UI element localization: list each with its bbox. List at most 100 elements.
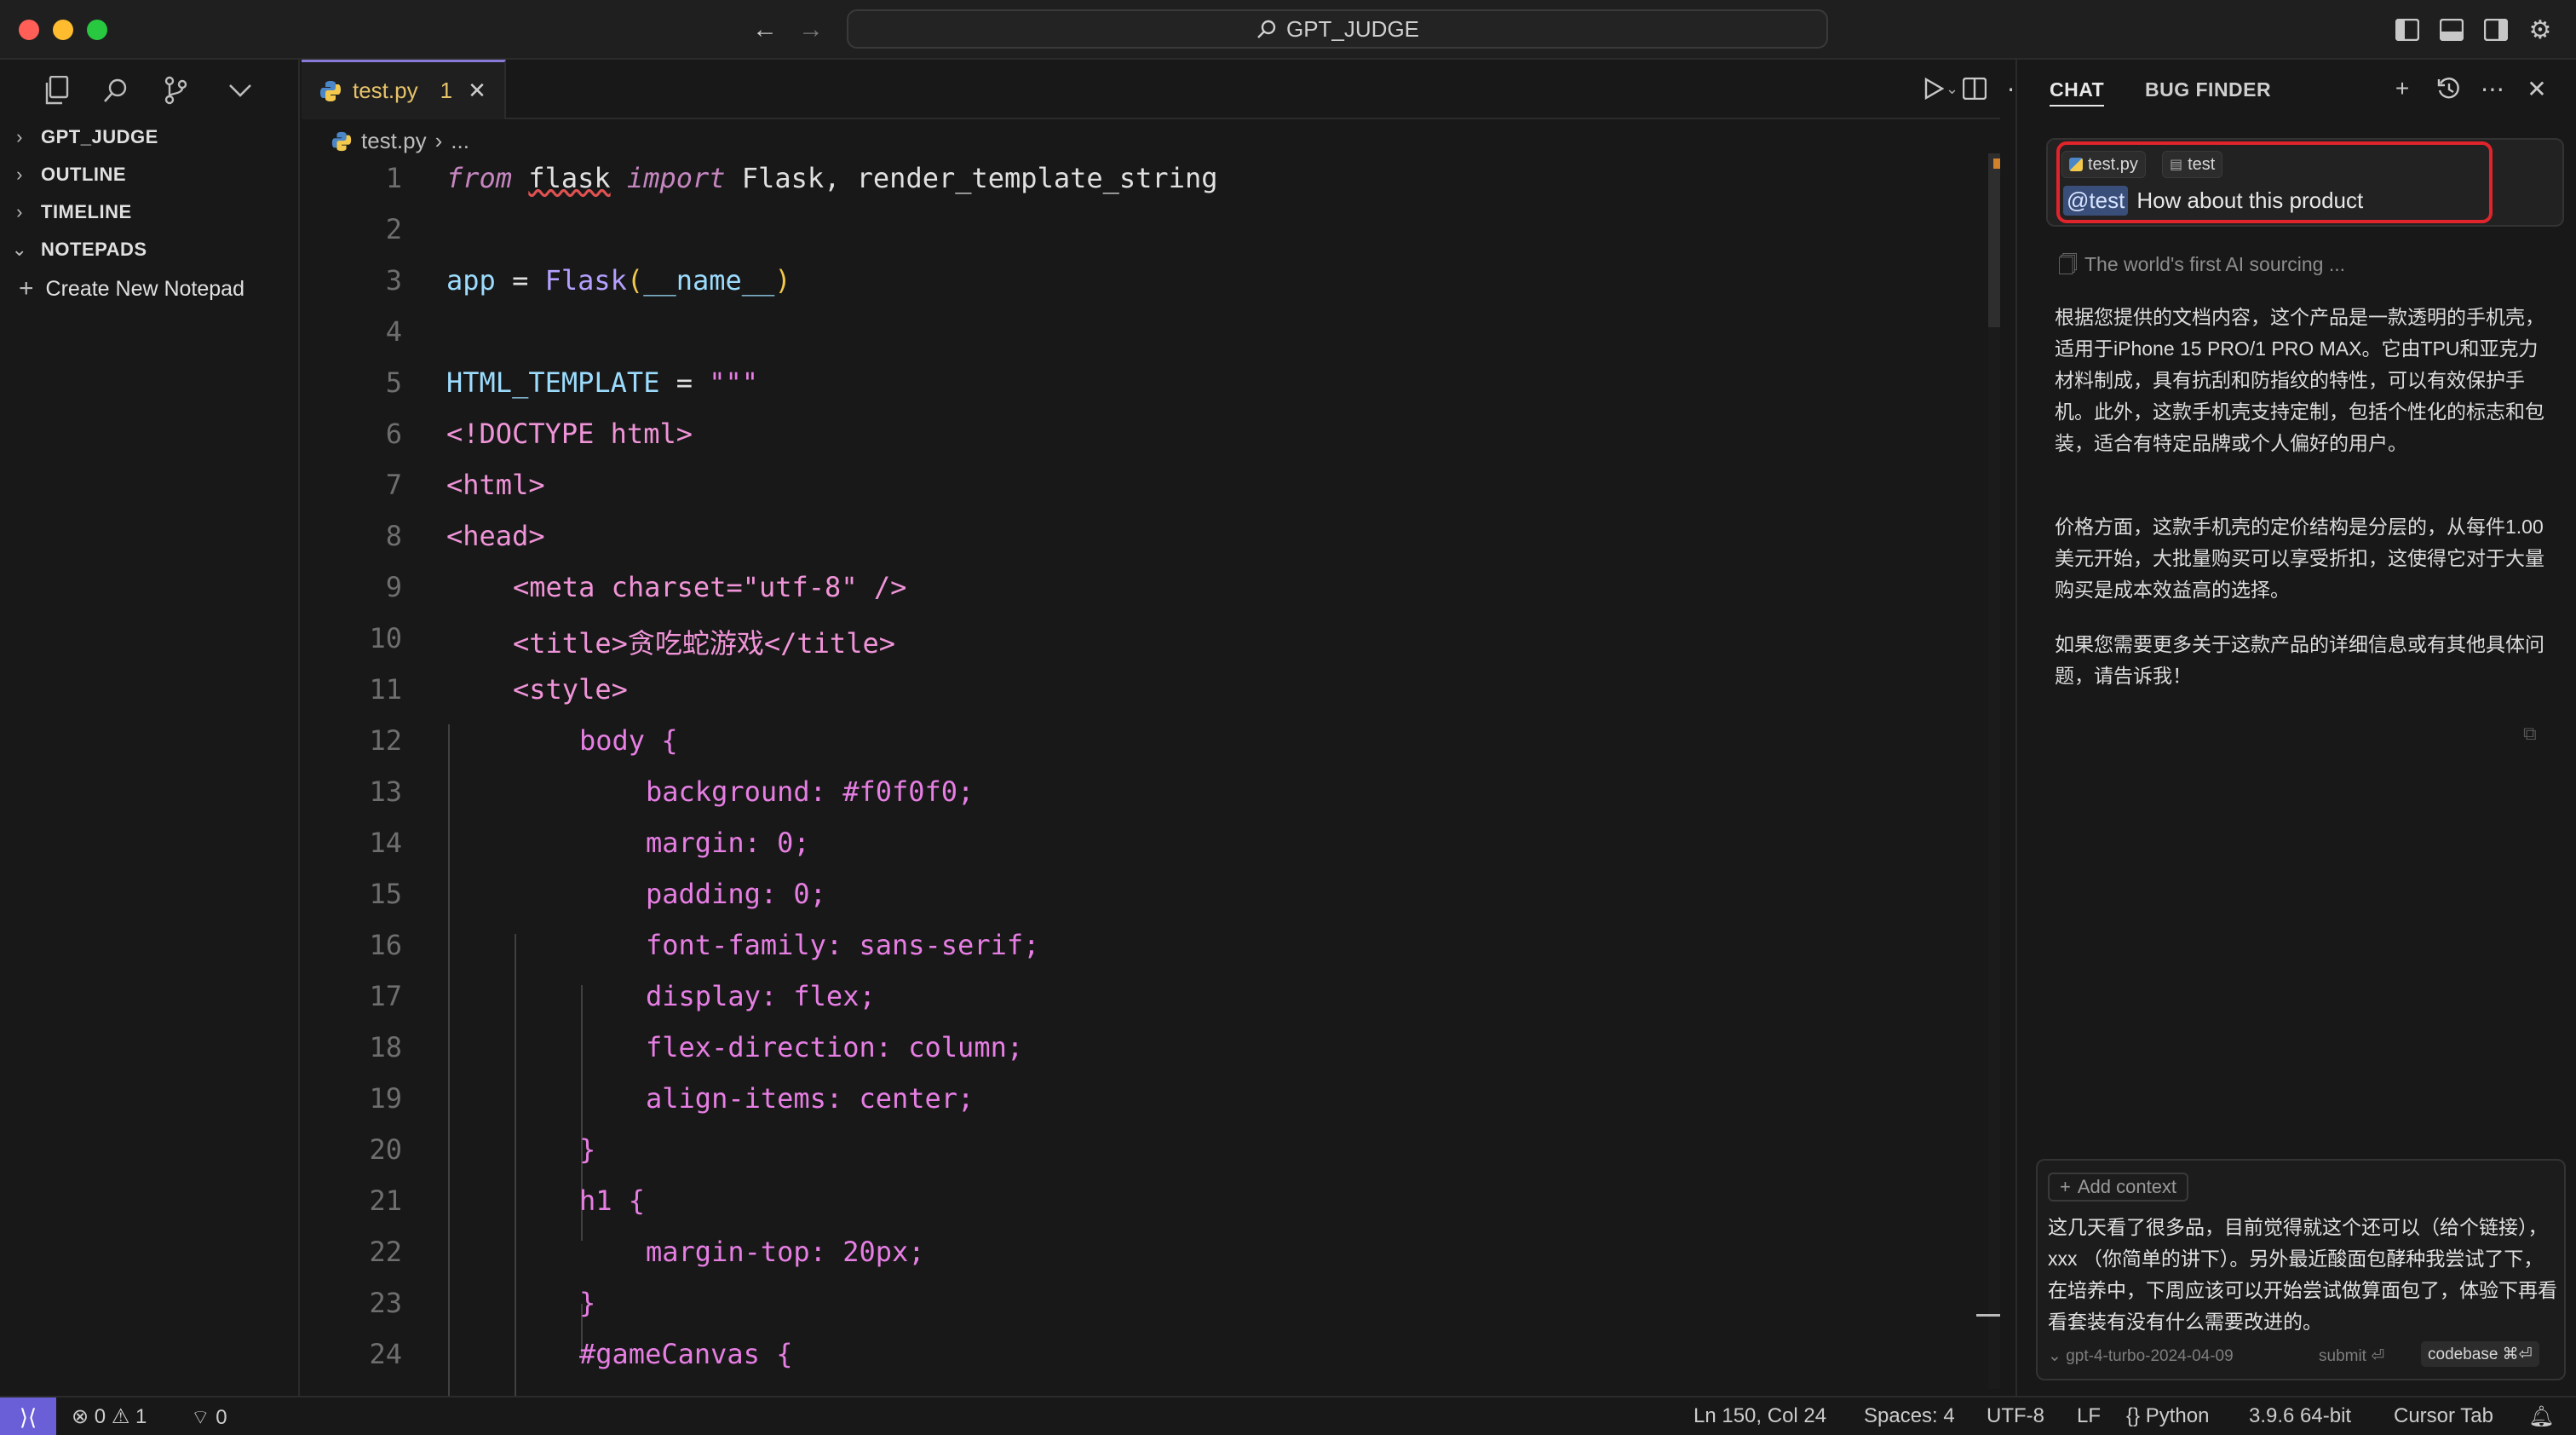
code-editor[interactable]: 1 from flask import Flask, render_templat…: [302, 162, 1988, 1398]
plus-icon: +: [19, 274, 34, 303]
chat-draft-text[interactable]: 这几天看了很多品，目前觉得就这个还可以（给个链接），xxx （你简单的讲下）。另…: [2048, 1212, 2559, 1338]
code-line: 17 display: flex;: [369, 980, 876, 1012]
maximize-window-button[interactable]: [87, 20, 107, 40]
context-chip-file[interactable]: test.py: [2061, 151, 2146, 178]
problems-indicator[interactable]: ⊗ 0 ⚠ 1: [72, 1404, 147, 1429]
ports-icon: ⌔: [191, 1406, 210, 1429]
code-line: 16 font-family: sans-serif;: [369, 929, 1040, 961]
warning-icon: ⚠: [111, 1405, 130, 1428]
explorer-files-icon[interactable]: [36, 70, 77, 111]
codebase-button[interactable]: codebase ⌘⏎: [2421, 1341, 2539, 1367]
mention-tag: @test: [2063, 186, 2129, 216]
code-line: 20}: [369, 1133, 596, 1166]
close-panel-icon[interactable]: ✕: [2520, 72, 2554, 106]
tab-filename: test.py: [353, 78, 418, 103]
python-file-icon: [2069, 158, 2083, 171]
editor-tab-bar: test.py 1 ✕ ⌄ ⋯: [302, 60, 2031, 119]
tab-chat[interactable]: CHAT: [2050, 78, 2105, 107]
source-control-icon[interactable]: [155, 70, 196, 111]
command-center-search[interactable]: GPT_JUDGE: [847, 9, 1828, 49]
chevron-down-icon[interactable]: [220, 70, 261, 111]
code-line: 9 <meta charset="utf-8" />: [385, 571, 907, 603]
run-options-chevron-icon[interactable]: ⌄: [1946, 80, 1958, 98]
reference-doc[interactable]: 🗍 The world's first AI sourcing ...: [2058, 251, 2345, 284]
editor-area: test.py 1 ✕ ⌄ ⋯ test.py › ... 1from flas…: [302, 60, 2031, 1398]
code-line: 18 flex-direction: column;: [369, 1031, 1024, 1063]
warning-marker: [1993, 158, 2000, 169]
remote-indicator[interactable]: ⟩⟨: [0, 1398, 56, 1435]
create-new-notepad-button[interactable]: + Create New Notepad: [19, 274, 244, 303]
split-editor-icon[interactable]: [1958, 72, 1992, 106]
code-line: 19 align-items: center;: [369, 1082, 975, 1115]
code-line: 2: [385, 213, 402, 245]
breadcrumb-separator: ›: [434, 128, 443, 153]
section-timeline[interactable]: › TIMELINE: [10, 201, 132, 223]
indentation[interactable]: Spaces: 4: [1864, 1404, 1955, 1428]
code-line: 8 <head>: [385, 520, 545, 552]
code-line: 23}: [369, 1287, 596, 1319]
chevron-right-icon: ›: [16, 126, 23, 147]
chevron-down-icon: ⌄: [11, 239, 28, 260]
context-chip-doc[interactable]: ▤ test: [2162, 151, 2223, 178]
code-line: 5 HTML_TEMPLATE = """: [385, 366, 759, 399]
toggle-secondary-sidebar-icon[interactable]: [2481, 14, 2511, 45]
user-query: @test How about this product: [2063, 186, 2363, 216]
status-bar: ⟩⟨ ⊗ 0 ⚠ 1 ⌔ 0 Ln 150, Col 24 Spaces: 4 …: [0, 1396, 2576, 1435]
code-line: 21 h1 {: [369, 1184, 646, 1217]
toggle-panel-icon[interactable]: [2436, 14, 2467, 45]
forward-arrow-icon[interactable]: →: [796, 14, 826, 45]
toggle-primary-sidebar-icon[interactable]: [2392, 14, 2423, 45]
section-outline[interactable]: › OUTLINE: [10, 164, 126, 186]
section-gpt-judge[interactable]: › GPT_JUDGE: [10, 126, 158, 148]
language-mode[interactable]: {} Python: [2126, 1404, 2209, 1428]
code-line: 11 <style>: [369, 673, 628, 706]
more-actions-icon[interactable]: ⋯: [2475, 72, 2510, 106]
scrollbar-thumb[interactable]: [1988, 153, 2000, 327]
new-chat-plus-icon[interactable]: +: [2385, 72, 2419, 106]
document-icon: ▤: [2170, 158, 2183, 172]
ports-indicator[interactable]: ⌔ 0: [191, 1404, 227, 1430]
code-line: 4: [385, 315, 402, 348]
python-interpreter[interactable]: 3.9.6 64-bit: [2249, 1404, 2351, 1428]
response-paragraph: 根据您提供的文档内容，这个产品是一款透明的手机壳，适用于iPhone 15 PR…: [2055, 306, 2544, 454]
submit-button[interactable]: submit ⏎: [2319, 1346, 2384, 1366]
notifications-bell-icon[interactable]: 🔔︎: [2528, 1404, 2554, 1429]
remote-icon: ⟩⟨: [19, 1403, 37, 1430]
chevron-right-icon: ›: [16, 164, 23, 185]
code-line: 6 <!DOCTYPE html>: [385, 418, 693, 450]
chevron-right-icon: ›: [16, 201, 23, 222]
tab-problem-count: 1: [440, 78, 453, 103]
model-selector[interactable]: ⌄ gpt-4-turbo-2024-04-09: [2048, 1346, 2234, 1366]
settings-gear-icon[interactable]: ⚙: [2525, 14, 2556, 45]
window-title: GPT_JUDGE: [1285, 15, 1420, 42]
chat-panel: CHAT BUG FINDER + ⋯ ✕ test.py ▤ test @tes…: [2015, 60, 2576, 1396]
code-line: 14 margin: 0;: [369, 827, 810, 859]
cursor-tab-status[interactable]: Cursor Tab: [2394, 1404, 2493, 1428]
minimize-window-button[interactable]: [53, 20, 73, 40]
cursor-position[interactable]: Ln 150, Col 24: [1693, 1404, 1826, 1428]
python-file-icon: [331, 130, 353, 153]
copy-icon[interactable]: ⧉: [2523, 723, 2537, 745]
section-notepads[interactable]: ⌄ NOTEPADS: [10, 239, 147, 261]
code-line: 15 padding: 0;: [369, 878, 826, 910]
code-line: 22 margin-top: 20px;: [369, 1236, 925, 1268]
plus-icon: +: [2060, 1176, 2071, 1197]
breadcrumb-file[interactable]: test.py: [361, 128, 427, 154]
line-ending[interactable]: LF: [2077, 1404, 2101, 1428]
close-tab-icon[interactable]: ✕: [468, 78, 486, 104]
breadcrumb-symbol[interactable]: ...: [451, 128, 469, 154]
search-icon[interactable]: [95, 70, 136, 111]
title-bar: ← → GPT_JUDGE ⚙: [0, 0, 2576, 60]
editor-scrollbar[interactable]: [1976, 153, 2000, 1389]
chat-input[interactable]: + Add context 这几天看了很多品，目前觉得就这个还可以（给个链接），x…: [2036, 1159, 2566, 1380]
close-window-button[interactable]: [19, 20, 39, 40]
code-line: 12 body {: [369, 724, 678, 757]
tab-bug-finder[interactable]: BUG FINDER: [2145, 78, 2271, 101]
history-icon[interactable]: [2431, 72, 2465, 106]
encoding[interactable]: UTF-8: [1987, 1404, 2044, 1428]
tab-test-py[interactable]: test.py 1 ✕: [302, 60, 506, 119]
response-paragraph: 价格方面，这款手机壳的定价结构是分层的，从每件1.00美元开始，大批量购买可以享…: [2055, 516, 2544, 601]
add-context-button[interactable]: + Add context: [2048, 1173, 2189, 1202]
back-arrow-icon[interactable]: ←: [750, 14, 780, 45]
code-line: 7 <html>: [385, 469, 545, 501]
